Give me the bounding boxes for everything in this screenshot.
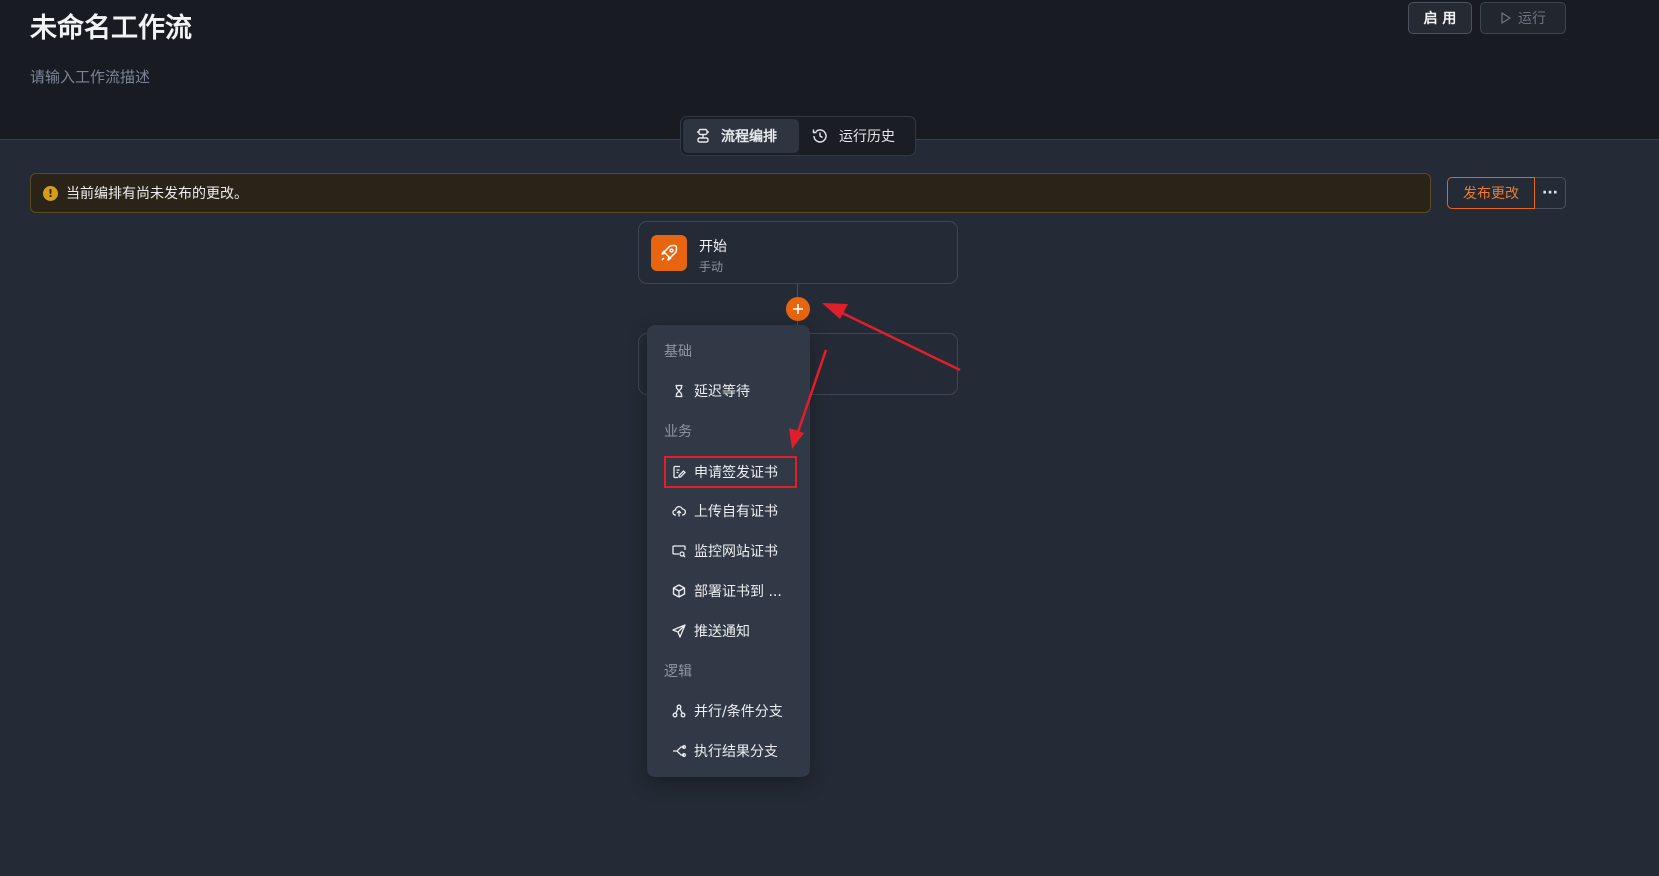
play-icon bbox=[1501, 12, 1511, 24]
menu-item-label: 监控网站证书 bbox=[694, 544, 778, 560]
workflow-description[interactable]: 请输入工作流描述 bbox=[30, 66, 150, 87]
menu-item-label: 推送通知 bbox=[694, 624, 750, 640]
menu-item-label: 并行/条件分支 bbox=[694, 704, 783, 720]
add-node-button[interactable] bbox=[786, 297, 810, 321]
send-icon bbox=[672, 624, 686, 638]
menu-item-parallel-branch[interactable]: 并行/条件分支 bbox=[664, 695, 797, 727]
menu-group-business: 业务 bbox=[664, 424, 692, 440]
menu-item-deploy-certificate[interactable]: 部署证书到 ... bbox=[664, 575, 797, 607]
workflow-title[interactable]: 未命名工作流 bbox=[30, 6, 192, 45]
menu-item-push-notification[interactable]: 推送通知 bbox=[664, 615, 797, 647]
menu-item-label: 执行结果分支 bbox=[694, 744, 778, 760]
tab-orchestration-label: 流程编排 bbox=[721, 129, 777, 145]
more-options-button[interactable]: ··· bbox=[1535, 177, 1566, 209]
menu-item-label: 延迟等待 bbox=[694, 384, 750, 400]
alert-text: 当前编排有尚未发布的更改。 bbox=[66, 186, 248, 202]
hourglass-icon bbox=[675, 384, 683, 398]
menu-item-label: 申请签发证书 bbox=[694, 465, 778, 481]
menu-item-apply-certificate[interactable]: 申请签发证书 bbox=[664, 456, 797, 488]
package-icon bbox=[672, 584, 686, 598]
menu-item-label: 上传自有证书 bbox=[694, 504, 778, 520]
tab-run-history-label: 运行历史 bbox=[839, 129, 895, 145]
certificate-apply-icon bbox=[673, 465, 686, 479]
split-icon bbox=[673, 745, 686, 757]
run-button[interactable]: 运行 bbox=[1480, 2, 1566, 34]
menu-item-result-branch[interactable]: 执行结果分支 bbox=[664, 735, 797, 767]
menu-group-basic: 基础 bbox=[664, 344, 692, 360]
start-node[interactable]: 开始 手动 bbox=[638, 221, 958, 284]
warning-icon: ! bbox=[43, 185, 58, 201]
menu-item-label: 部署证书到 ... bbox=[694, 584, 782, 600]
enable-button[interactable]: 启 用 bbox=[1408, 2, 1472, 34]
rocket-icon bbox=[651, 235, 687, 271]
tab-orchestration[interactable]: 流程编排 bbox=[683, 119, 799, 153]
tab-run-history[interactable]: 运行历史 bbox=[799, 119, 907, 153]
cloud-upload-icon bbox=[672, 506, 686, 517]
plus-icon bbox=[793, 304, 803, 314]
publish-changes-button[interactable]: 发布更改 bbox=[1447, 177, 1535, 209]
menu-group-logic: 逻辑 bbox=[664, 664, 692, 680]
node-type-menu: 基础 延迟等待 业务 申请签发证书 上传自有证书 监控网站证书 部署证书到 ..… bbox=[647, 325, 810, 777]
start-node-title: 开始 bbox=[699, 239, 727, 255]
monitor-search-icon bbox=[672, 545, 686, 558]
view-tabs: 流程编排 运行历史 bbox=[680, 116, 916, 156]
menu-item-delay[interactable]: 延迟等待 bbox=[664, 375, 797, 407]
workflow-icon bbox=[697, 128, 709, 143]
history-icon bbox=[812, 129, 827, 143]
menu-item-monitor-certificate[interactable]: 监控网站证书 bbox=[664, 535, 797, 567]
branch-icon bbox=[672, 704, 686, 718]
run-button-label: 运行 bbox=[1518, 11, 1546, 27]
unpublished-alert: ! 当前编排有尚未发布的更改。 bbox=[30, 173, 1431, 213]
start-node-subtitle: 手动 bbox=[699, 260, 724, 274]
menu-item-upload-certificate[interactable]: 上传自有证书 bbox=[664, 495, 797, 527]
